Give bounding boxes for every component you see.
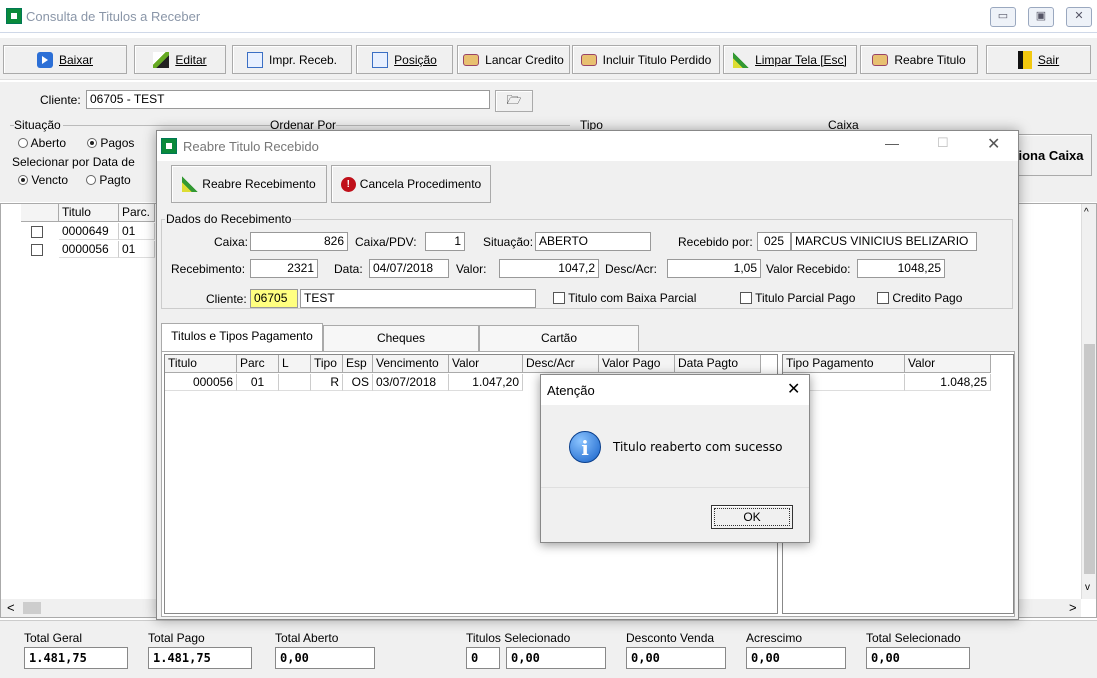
cancela-procedimento-button[interactable]: ! Cancela Procedimento	[331, 165, 491, 203]
message-close-button[interactable]: ✕	[787, 379, 800, 399]
incluir-titulo-button[interactable]: Incluir Titulo Perdido	[572, 45, 720, 74]
message-titlebar: Atenção ✕	[541, 375, 809, 405]
scroll-left-icon: <	[7, 600, 15, 615]
app-icon	[161, 138, 177, 154]
pagos-radio[interactable]: Pagos	[87, 136, 134, 150]
table-row[interactable]: eiro 1.048,25	[783, 374, 993, 392]
pagto-radio[interactable]: Pagto	[86, 173, 131, 187]
data-field[interactable]: 04/07/2018	[369, 259, 449, 278]
pointing-hand-icon	[463, 53, 480, 66]
tab-cartao[interactable]: Cartão	[479, 325, 639, 352]
total-pago-field: 1.481,75	[148, 647, 252, 669]
scroll-up-icon: ^	[1084, 207, 1089, 218]
total-selecionado-field: 0,00	[866, 647, 970, 669]
acrescimo-field: 0,00	[746, 647, 846, 669]
credito-pago-checkbox[interactable]: Credito Pago	[877, 291, 962, 305]
tab-cheques[interactable]: Cheques	[323, 325, 479, 352]
totals-bar: Total Geral 1.481,75 Total Pago 1.481,75…	[0, 620, 1097, 678]
folder-icon: 🗁	[506, 92, 522, 107]
baixar-icon	[36, 51, 53, 68]
window-title: Consulta de Titulos a Receber	[26, 9, 201, 24]
editar-button[interactable]: Editar	[134, 45, 226, 74]
selecionar-label: Selecionar por Data de	[12, 155, 135, 169]
scroll-down-icon: v	[1085, 582, 1090, 593]
ok-button[interactable]: OK	[711, 505, 793, 529]
titulos-sel-field: 0,00	[506, 647, 606, 669]
document-icon	[246, 51, 263, 68]
total-aberto-field: 0,00	[275, 647, 375, 669]
posicao-button[interactable]: Posição	[356, 45, 453, 74]
exit-icon	[1017, 50, 1032, 69]
window-titlebar: Consulta de Titulos a Receber ▭ ▣ ✕	[0, 0, 1097, 33]
tab-titulos[interactable]: Titulos e Tipos Pagamento	[161, 323, 323, 352]
dialog-close-button[interactable]: ✕	[987, 134, 1000, 154]
valor-recebido-field[interactable]: 1048,25	[857, 259, 945, 278]
dialog-titlebar: Reabre Titulo Recebido — ☐ ✕	[157, 131, 1018, 161]
lancar-credito-button[interactable]: Lancar Credito	[457, 45, 570, 74]
recebido-cod-field[interactable]: 025	[757, 232, 791, 251]
document-icon	[372, 51, 389, 68]
dialog-minimize-button[interactable]: —	[885, 135, 899, 151]
cliente-cod-field[interactable]: 06705	[250, 289, 298, 308]
reabre-recebimento-button[interactable]: Reabre Recebimento	[171, 165, 327, 203]
seleciona-caixa-button[interactable]: iona Caixa	[1010, 134, 1092, 176]
scroll-right-icon: >	[1069, 600, 1077, 615]
desconto-field: 0,00	[626, 647, 726, 669]
info-icon: i	[569, 431, 601, 463]
pagamentos-table: Tipo Pagamento Valor eiro 1.048,25	[782, 354, 1014, 614]
parcial-pago-checkbox[interactable]: Titulo Parcial Pago	[740, 291, 855, 305]
message-text: Titulo reaberto com sucesso	[613, 440, 783, 454]
valor-field[interactable]: 1047,2	[499, 259, 599, 278]
row-checkbox[interactable]	[31, 226, 43, 238]
maximize-button[interactable]: ▣	[1028, 7, 1054, 27]
vertical-scrollbar[interactable]: ^ v	[1081, 204, 1096, 599]
main-toolbar: Baixar Editar Impr. Receb. Posição Lanca…	[0, 38, 1097, 80]
pointing-hand-icon	[872, 53, 889, 66]
baixa-parcial-checkbox[interactable]: Titulo com Baixa Parcial	[553, 291, 696, 305]
edit-icon	[153, 51, 170, 68]
pdv-field[interactable]: 1	[425, 232, 465, 251]
message-box: Atenção ✕ i Titulo reaberto com sucesso …	[540, 374, 810, 543]
dialog-title: Reabre Titulo Recebido	[183, 139, 319, 154]
cancel-icon: !	[340, 176, 356, 192]
aberto-radio[interactable]: Aberto	[18, 136, 66, 150]
pointing-hand-icon	[580, 53, 597, 66]
caixa-field[interactable]: 826	[250, 232, 348, 251]
message-title: Atenção	[547, 383, 595, 398]
app-icon	[6, 8, 22, 24]
situacao-label: Situação	[14, 118, 63, 132]
dialog-maximize-button[interactable]: ☐	[937, 135, 949, 151]
cliente-nome-field[interactable]: TEST	[300, 289, 536, 308]
col-titulo: Titulo	[59, 204, 119, 222]
brush-icon	[182, 176, 199, 192]
close-button[interactable]: ✕	[1066, 7, 1092, 27]
situacao-field[interactable]: ABERTO	[535, 232, 651, 251]
sair-button[interactable]: Sair	[986, 45, 1091, 74]
cliente-label: Cliente:	[40, 93, 81, 107]
baixar-button[interactable]: Baixar	[3, 45, 127, 74]
folder-button[interactable]: 🗁	[495, 90, 533, 112]
col-parc: Parc.	[119, 204, 155, 222]
cliente-input[interactable]: 06705 - TEST	[86, 90, 490, 109]
brush-icon	[733, 51, 750, 68]
vencto-radio[interactable]: Vencto	[18, 173, 68, 187]
recebimento-field[interactable]: 2321	[250, 259, 318, 278]
recebido-nome-field[interactable]: MARCUS VINICIUS BELIZARIO	[791, 232, 977, 251]
row-checkbox[interactable]	[31, 244, 43, 256]
impr-receb-button[interactable]: Impr. Receb.	[232, 45, 352, 74]
desc-acr-field[interactable]: 1,05	[667, 259, 761, 278]
limpar-tela-button[interactable]: Limpar Tela [Esc]	[723, 45, 857, 74]
titulos-sel-count: 0	[466, 647, 500, 669]
minimize-button[interactable]: ▭	[990, 7, 1016, 27]
reabre-titulo-button[interactable]: Reabre Titulo	[860, 45, 978, 74]
total-geral-field: 1.481,75	[24, 647, 128, 669]
